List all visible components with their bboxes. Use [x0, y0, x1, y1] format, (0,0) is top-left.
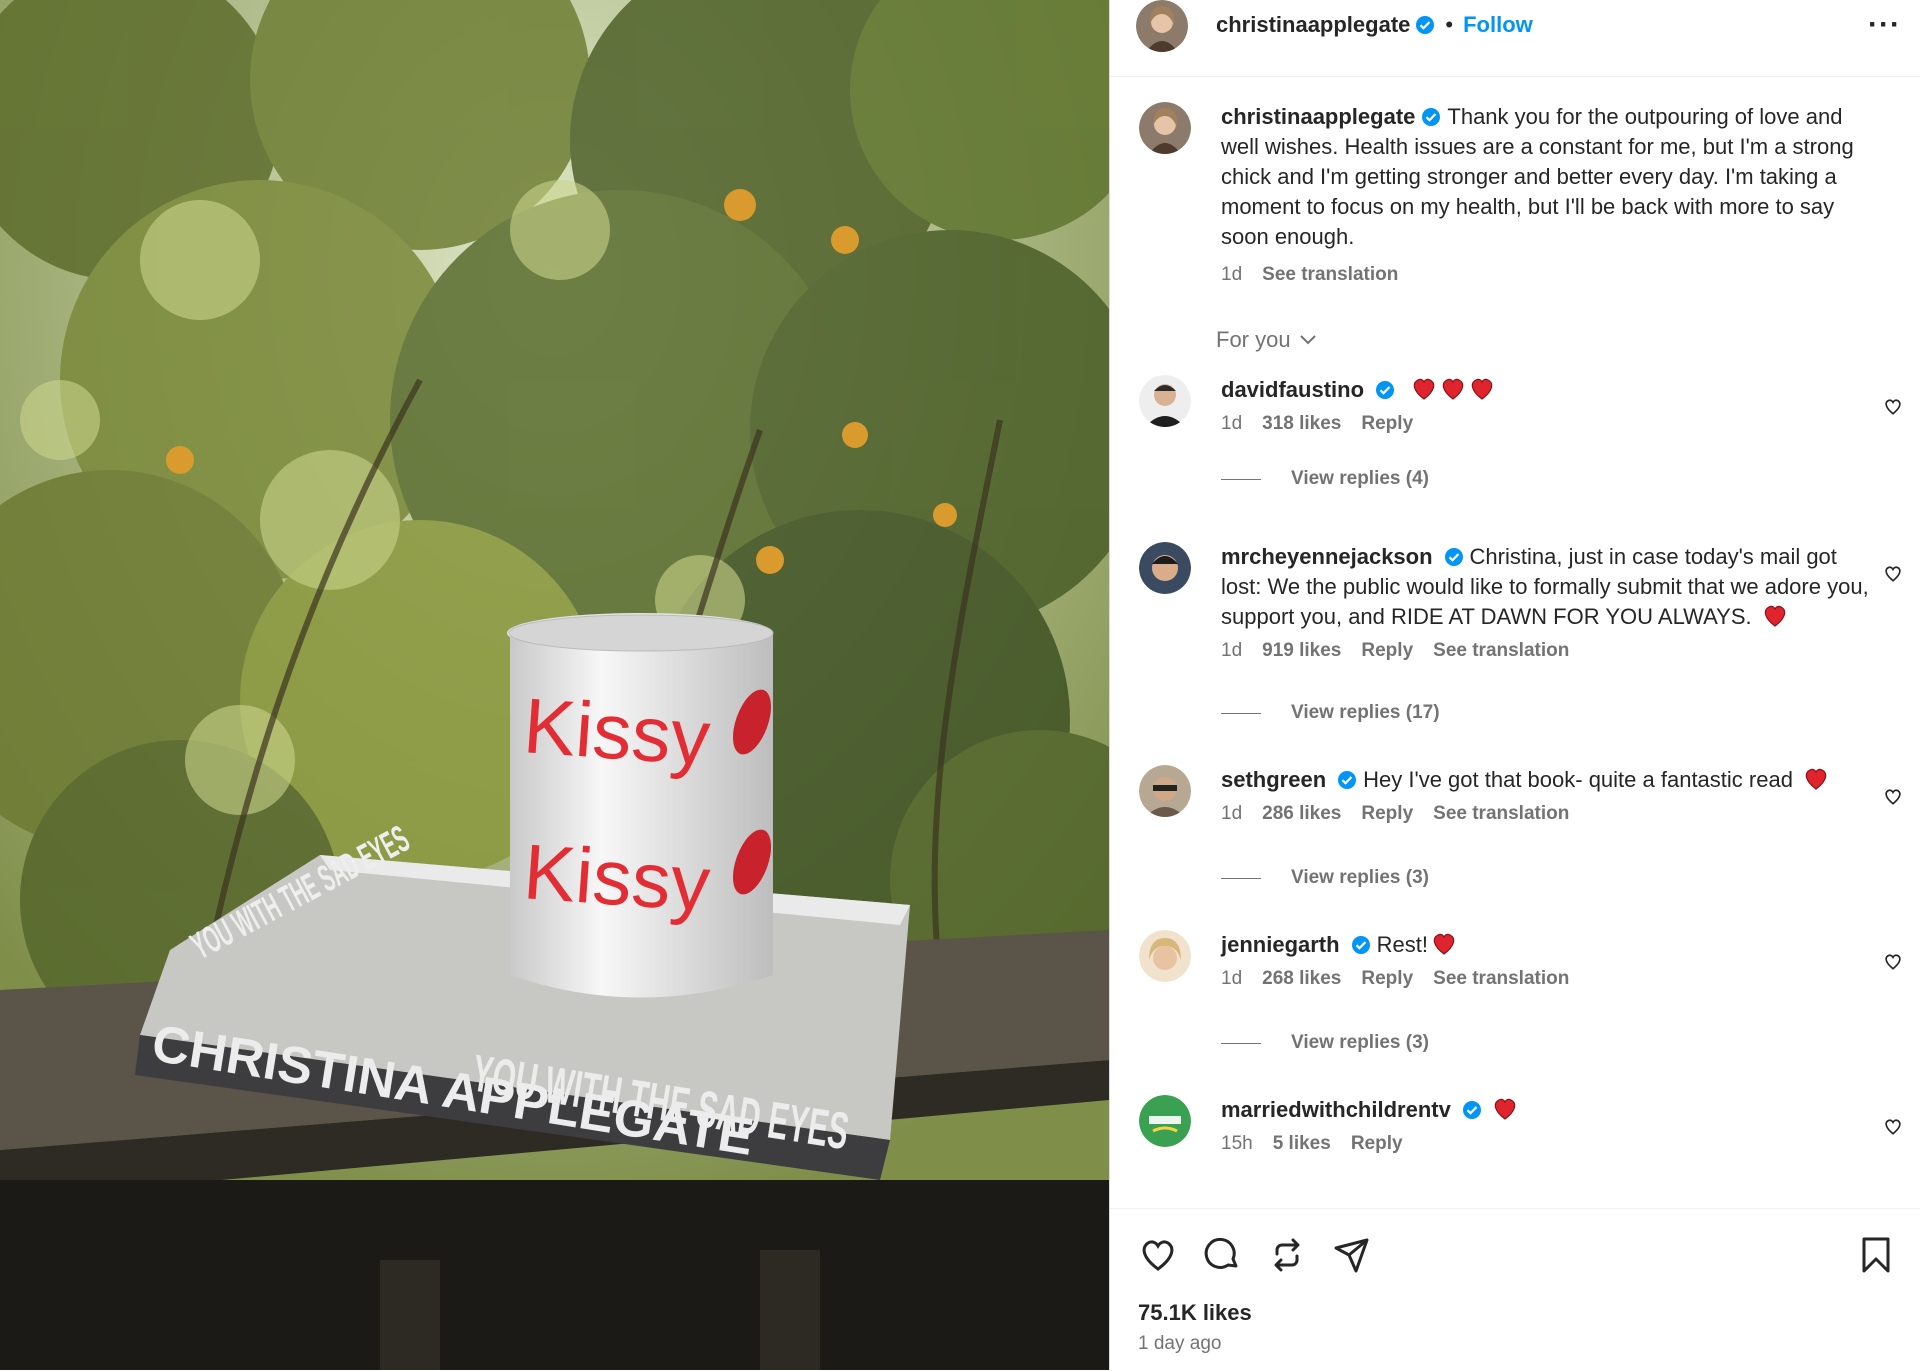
comment-avatar[interactable] [1139, 765, 1191, 817]
author-avatar[interactable] [1136, 0, 1188, 52]
comment-username[interactable]: davidfaustino [1221, 377, 1364, 402]
post-action-bar: 75.1K likes 1 day ago [1110, 1208, 1920, 1371]
comment-time: 1d [1221, 968, 1243, 989]
verified-badge-icon [1351, 936, 1370, 954]
post-photo: CHRISTINA APPLEGATE YOU WITH THE SAD EYE… [0, 0, 1109, 1370]
follow-button[interactable]: Follow [1463, 12, 1533, 38]
comment-likes[interactable]: 286 likes [1262, 803, 1341, 825]
chevron-down-icon [1299, 335, 1316, 345]
caption-avatar[interactable] [1139, 102, 1191, 154]
comment-bubble-icon[interactable] [1202, 1235, 1242, 1275]
mug-text-1: Kissy [521, 681, 713, 782]
post-header: christinaapplegate • Follow ··· [1110, 0, 1920, 77]
red-heart-emoji-icon [1471, 378, 1493, 400]
comment-likes[interactable]: 919 likes [1262, 640, 1341, 662]
comment-text: Rest! [1376, 932, 1428, 957]
view-replies-button[interactable]: View replies (3) [1221, 1032, 1429, 1054]
post-sidebar: christinaapplegate • Follow ··· christin… [1109, 0, 1920, 1370]
red-heart-emoji-icon [1805, 768, 1827, 790]
photo-illustration: CHRISTINA APPLEGATE YOU WITH THE SAD EYE… [0, 0, 1109, 1370]
comment-username[interactable]: marriedwithchildrentv [1221, 1097, 1451, 1122]
red-heart-emoji-icon [1433, 933, 1455, 955]
caption-username[interactable]: christinaapplegate [1221, 104, 1415, 129]
like-comment-heart-icon[interactable] [1883, 1117, 1903, 1137]
like-comment-heart-icon[interactable] [1883, 787, 1903, 807]
repost-icon[interactable] [1267, 1235, 1307, 1275]
comment-username[interactable]: mrcheyennejackson [1221, 544, 1433, 569]
view-replies-label: View replies (3) [1291, 867, 1429, 888]
view-replies-button[interactable]: View replies (17) [1221, 702, 1440, 724]
see-translation-button[interactable]: See translation [1433, 640, 1569, 662]
comment-username[interactable]: sethgreen [1221, 767, 1326, 792]
comment-text: Hey I've got that book- quite a fantasti… [1363, 767, 1793, 792]
verified-badge-icon [1422, 108, 1441, 126]
comment-likes[interactable]: 5 likes [1273, 1133, 1331, 1155]
more-options-button[interactable]: ··· [1868, 8, 1901, 42]
mug-text-2: Kissy [521, 827, 713, 928]
see-translation-button[interactable]: See translation [1433, 803, 1569, 825]
comment-time: 1d [1221, 413, 1243, 434]
comment-sort-dropdown[interactable]: For you [1216, 327, 1317, 353]
post-timestamp: 1 day ago [1138, 1333, 1222, 1354]
sort-label: For you [1216, 327, 1291, 352]
share-send-icon[interactable] [1332, 1235, 1372, 1275]
view-replies-label: View replies (4) [1291, 468, 1429, 489]
red-heart-emoji-icon [1764, 605, 1785, 627]
comment-avatar[interactable] [1139, 542, 1191, 594]
view-replies-label: View replies (17) [1291, 702, 1440, 723]
reply-button[interactable]: Reply [1361, 803, 1413, 825]
view-replies-button[interactable]: View replies (3) [1221, 867, 1429, 889]
verified-badge-icon [1444, 548, 1463, 566]
post-likes-count[interactable]: 75.1K likes [1138, 1300, 1252, 1326]
verified-badge-icon [1376, 381, 1395, 399]
red-heart-emoji-icon [1442, 378, 1464, 400]
verified-badge-icon [1462, 1101, 1481, 1119]
comment-likes[interactable]: 318 likes [1262, 413, 1341, 435]
comments-scroll[interactable]: christinaapplegate Thank you for the outp… [1110, 77, 1920, 1207]
comment-time: 1d [1221, 803, 1243, 824]
reply-button[interactable]: Reply [1351, 1133, 1403, 1155]
save-bookmark-icon[interactable] [1856, 1235, 1896, 1275]
caption-time: 1d [1221, 264, 1243, 285]
reply-button[interactable]: Reply [1361, 413, 1413, 435]
view-replies-label: View replies (3) [1291, 1032, 1429, 1053]
comment-avatar[interactable] [1139, 1095, 1191, 1147]
view-replies-button[interactable]: View replies (4) [1221, 468, 1429, 490]
reply-button[interactable]: Reply [1361, 968, 1413, 990]
verified-badge-icon [1416, 16, 1435, 34]
comment-avatar[interactable] [1139, 375, 1191, 427]
red-heart-emoji-icon [1494, 1098, 1516, 1120]
comment-time: 1d [1221, 640, 1243, 661]
comment-likes[interactable]: 268 likes [1262, 968, 1341, 990]
comment-time: 15h [1221, 1133, 1253, 1154]
separator-dot: • [1445, 12, 1454, 37]
comment-username[interactable]: jenniegarth [1221, 932, 1340, 957]
like-comment-heart-icon[interactable] [1883, 564, 1903, 584]
see-translation-button[interactable]: See translation [1433, 968, 1569, 990]
like-comment-heart-icon[interactable] [1883, 952, 1903, 972]
reply-button[interactable]: Reply [1361, 640, 1413, 662]
caption-see-translation[interactable]: See translation [1262, 264, 1398, 286]
red-heart-emoji-icon [1413, 378, 1435, 400]
like-comment-heart-icon[interactable] [1883, 397, 1903, 417]
like-heart-icon[interactable] [1138, 1235, 1178, 1275]
comment-avatar[interactable] [1139, 930, 1191, 982]
verified-badge-icon [1338, 771, 1357, 789]
author-username[interactable]: christinaapplegate [1216, 12, 1410, 38]
